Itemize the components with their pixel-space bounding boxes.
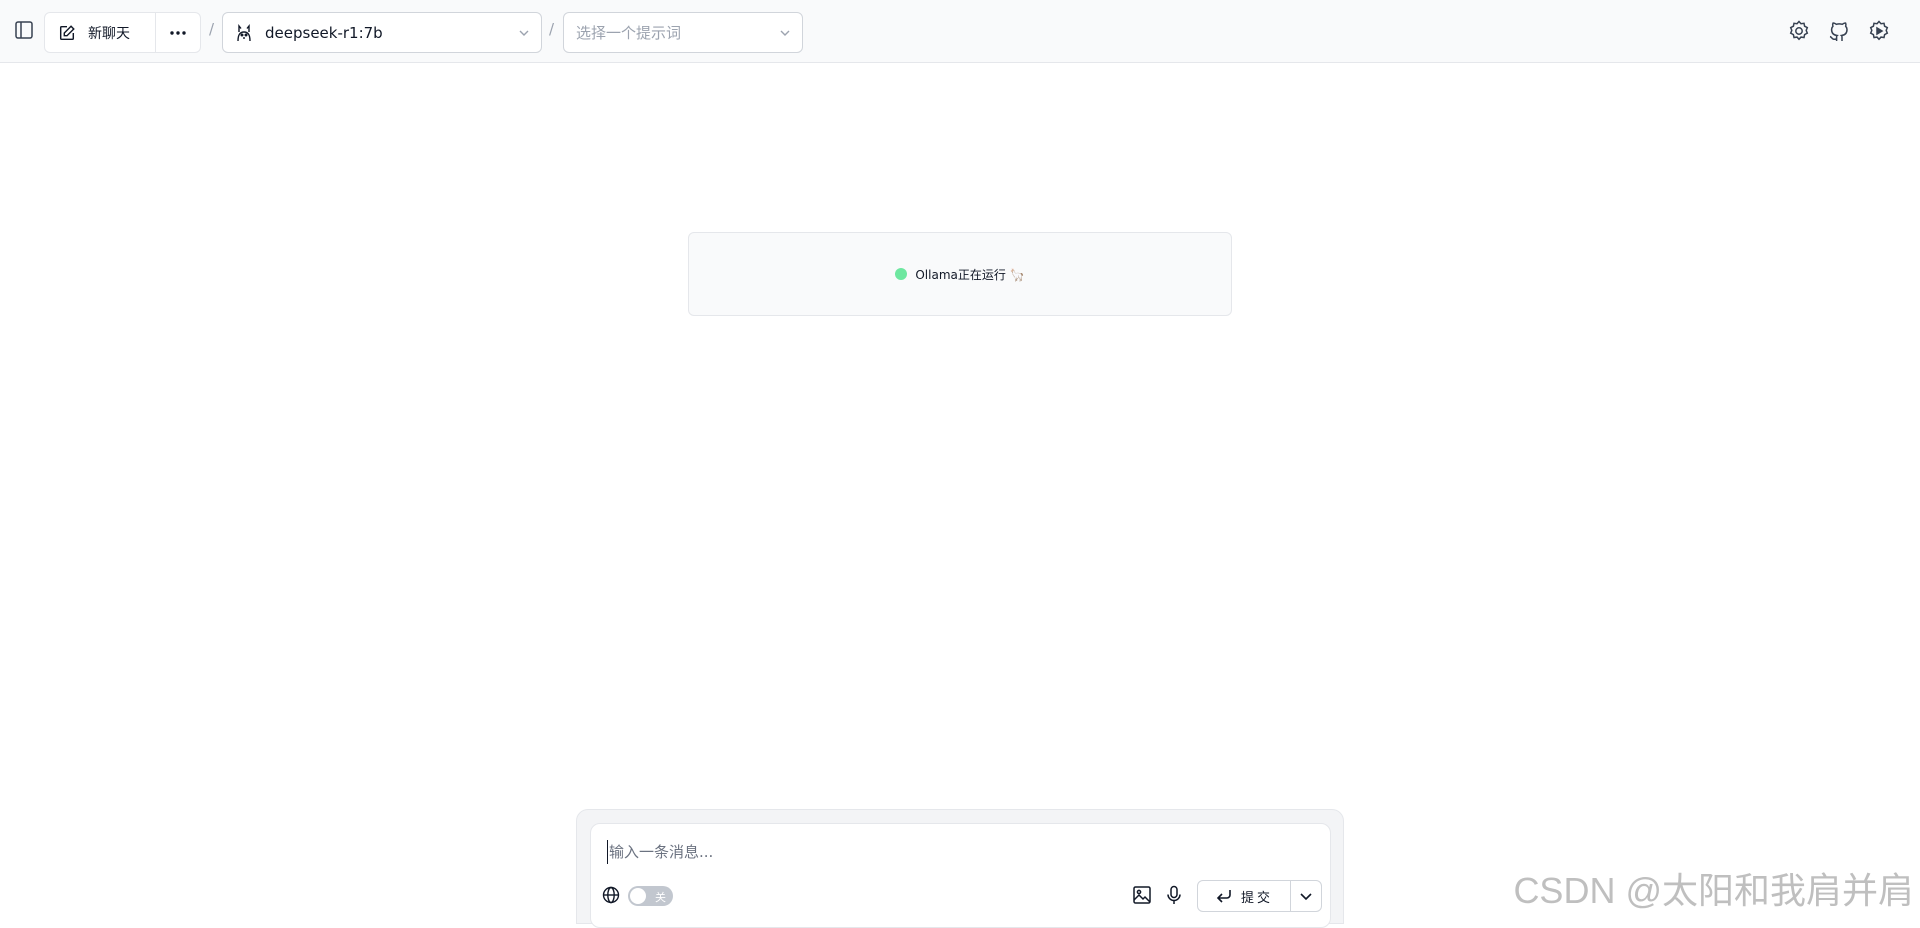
submit-label: 提交 [1240,890,1273,906]
message-input[interactable] [607,840,1307,864]
top-right-actions [1786,18,1892,44]
globe-icon[interactable] [601,885,621,905]
more-options-button[interactable] [156,13,200,52]
chevron-down-icon [519,30,529,36]
submit-group: 提交 [1197,880,1322,912]
new-chat-button[interactable]: 新聊天 [45,13,156,52]
status-text: Ollama正在运行 🦙 [915,267,1025,282]
llama-icon [237,23,251,41]
toggle-label: 关 [655,891,666,904]
watermark: CSDN @太阳和我肩并肩 [1513,870,1914,911]
model-select-value: deepseek-r1:7b [265,23,383,42]
submit-options-dropdown[interactable] [1291,881,1321,911]
image-icon[interactable] [1131,884,1153,906]
top-bar: 新聊天 / deepseek-r1:7b / 选择一个提示词 [0,0,1920,63]
prompt-select[interactable]: 选择一个提示词 [563,12,803,53]
model-select[interactable]: deepseek-r1:7b [222,12,542,53]
prompt-select-placeholder: 选择一个提示词 [576,24,682,42]
chat-actions-group: 新聊天 [44,12,201,53]
composer: 关 提交 [590,823,1331,928]
more-horizontal-icon [170,30,186,35]
composer-container: 关 提交 [576,809,1344,928]
chevron-down-icon [780,30,790,36]
status-dot [895,268,908,280]
chevron-down-icon [1300,893,1312,901]
submit-button[interactable]: 提交 [1198,881,1291,911]
enter-icon [1216,890,1231,903]
edit-icon [59,24,75,40]
gear-icon[interactable] [1786,18,1812,44]
new-chat-label: 新聊天 [88,25,130,42]
toggle-knob [630,888,646,904]
breadcrumb-separator: / [209,20,215,38]
sun-icon[interactable] [1866,18,1892,44]
ollama-status-card: Ollama正在运行 🦙 [688,232,1232,316]
microphone-icon[interactable] [1163,884,1185,906]
breadcrumb-separator: / [549,20,555,38]
github-icon[interactable] [1826,18,1852,44]
web-search-toggle[interactable]: 关 [628,886,673,906]
sidebar-toggle-icon[interactable] [12,18,36,42]
